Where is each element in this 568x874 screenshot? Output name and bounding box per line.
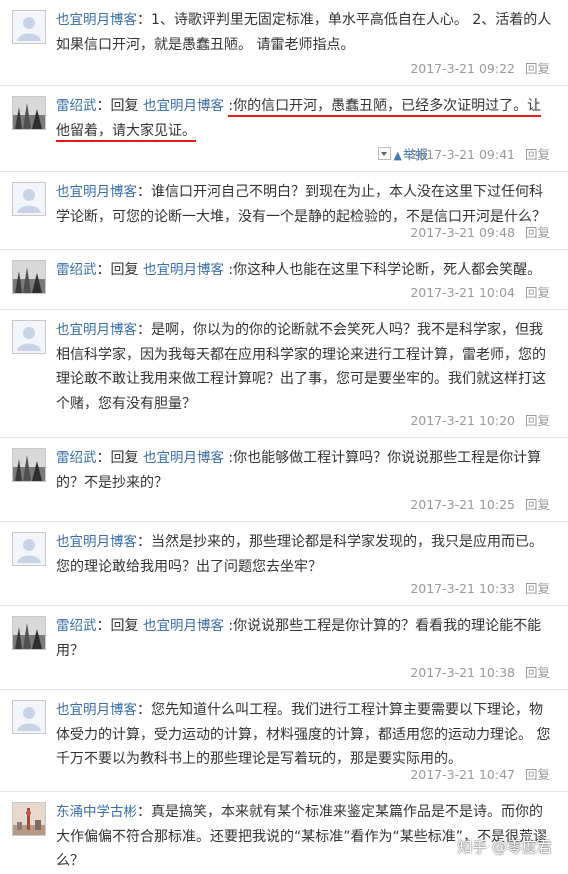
comment-meta: 2017-3-21 10:33 回复 bbox=[410, 578, 550, 597]
comment-text-block: 也宜明月博客：是啊，你以为的你的论断就不会笑死人吗？我不是科学家，但我相信科学家… bbox=[56, 322, 546, 412]
comment-body: :你这种人也能在这里下科学论断，死人都会笑醒。 bbox=[228, 262, 542, 278]
comment-meta: 2017-3-21 09:41 回复 bbox=[410, 144, 550, 163]
comment-item: 东涌中学古彬：真是搞笑，本来就有某个标准来鉴定某篇作品是不是诗。而你的大作偏偏不… bbox=[0, 792, 568, 873]
comment-meta: 2017-3-21 09:48 回复 bbox=[410, 222, 550, 241]
comment-username[interactable]: 东涌中学古彬 bbox=[56, 804, 137, 820]
comment-meta: 2017-3-21 10:04 回复 bbox=[410, 282, 550, 301]
comment-meta: 2017-3-21 10:38 回复 bbox=[410, 662, 550, 681]
comment-username[interactable]: 雷绍武 bbox=[56, 450, 97, 466]
comment-date: 2017-3-21 10:25 bbox=[410, 497, 515, 512]
comment-username[interactable]: 雷绍武 bbox=[56, 98, 97, 114]
comment-date: 2017-3-21 09:41 bbox=[410, 147, 515, 162]
reply-button[interactable]: 回复 bbox=[525, 413, 550, 428]
reply-button[interactable]: 回复 bbox=[525, 497, 550, 512]
reply-button[interactable]: 回复 bbox=[525, 147, 550, 162]
comment-date: 2017-3-21 10:20 bbox=[410, 413, 515, 428]
comment-username[interactable]: 也宜明月博客 bbox=[56, 702, 137, 718]
comment-text-block: 也宜明月博客：您先知道什么叫工程。我们进行工程计算主要需要以下理论，物体受力的计… bbox=[56, 702, 551, 767]
comment-username[interactable]: 也宜明月博客 bbox=[56, 12, 137, 28]
reply-to-username[interactable]: 也宜明月博客 bbox=[143, 262, 224, 278]
comment-text-block: 雷绍武：回复 也宜明月博客 :你的信口开河，愚蠢丑陋，已经多次证明过了。让他留着… bbox=[56, 94, 554, 143]
landscape-photo-avatar[interactable] bbox=[12, 448, 46, 482]
reply-to-username[interactable]: 也宜明月博客 bbox=[143, 98, 224, 114]
dropdown-toggle-icon[interactable] bbox=[377, 147, 391, 160]
comment-text-block: 也宜明月博客：1、诗歌评判里无固定标准，单水平高低自在人心。 2、活着的人如果信… bbox=[56, 12, 552, 53]
comment-item: 也宜明月博客：当然是抄来的，那些理论都是科学家发现的，我只是应用而已。您的理论敢… bbox=[0, 522, 568, 606]
comment-username[interactable]: 也宜明月博客 bbox=[56, 184, 137, 200]
comment-meta: 2017-3-21 09:22 回复 bbox=[410, 58, 550, 77]
default-avatar-icon[interactable] bbox=[12, 10, 46, 44]
comment-item: 雷绍武：回复 也宜明月博客 :你这种人也能在这里下科学论断，死人都会笑醒。 20… bbox=[0, 250, 568, 310]
landscape-photo-avatar[interactable] bbox=[12, 96, 46, 130]
comment-item: 也宜明月博客：是啊，你以为的你的论断就不会笑死人吗？我不是科学家，但我相信科学家… bbox=[0, 310, 568, 438]
comment-item: 也宜明月博客：1、诗歌评判里无固定标准，单水平高低自在人心。 2、活着的人如果信… bbox=[0, 0, 568, 86]
warning-icon: ▲ bbox=[393, 149, 402, 162]
reply-button[interactable]: 回复 bbox=[525, 225, 550, 240]
tower-photo-avatar[interactable] bbox=[12, 802, 46, 836]
reply-button[interactable]: 回复 bbox=[525, 285, 550, 300]
reply-button[interactable]: 回复 bbox=[525, 665, 550, 680]
comment-meta: 2017-3-21 10:20 回复 bbox=[410, 410, 550, 429]
comment-username[interactable]: 雷绍武 bbox=[56, 262, 97, 278]
comment-date: 2017-3-21 10:38 bbox=[410, 665, 515, 680]
default-avatar-icon[interactable] bbox=[12, 182, 46, 216]
comment-item: 也宜明月博客：谁信口开河自己不明白？到现在为止，本人没在这里下过任何科学论断，可… bbox=[0, 172, 568, 250]
default-avatar-icon[interactable] bbox=[12, 532, 46, 566]
comment-username[interactable]: 也宜明月博客 bbox=[56, 534, 137, 550]
zhihu-watermark: 知乎 @零度君 bbox=[457, 838, 552, 856]
landscape-photo-avatar[interactable] bbox=[12, 260, 46, 294]
comment-text-block: 雷绍武：回复 也宜明月博客 :你说说那些工程是你计算的？看看我的理论能不能用？ bbox=[56, 618, 542, 659]
reply-button[interactable]: 回复 bbox=[525, 581, 550, 596]
reply-label: 回复 bbox=[110, 618, 139, 634]
default-avatar-icon[interactable] bbox=[12, 320, 46, 354]
comment-date: 2017-3-21 09:48 bbox=[410, 225, 515, 240]
default-avatar-icon[interactable] bbox=[12, 700, 46, 734]
reply-to-username[interactable]: 也宜明月博客 bbox=[143, 618, 224, 634]
comment-username[interactable]: 雷绍武 bbox=[56, 618, 97, 634]
comment-date: 2017-3-21 10:04 bbox=[410, 285, 515, 300]
comment-text-block: 雷绍武：回复 也宜明月博客 :你这种人也能在这里下科学论断，死人都会笑醒。 bbox=[56, 262, 542, 278]
comment-username[interactable]: 也宜明月博客 bbox=[56, 322, 137, 338]
reply-button[interactable]: 回复 bbox=[525, 61, 550, 76]
comment-text-block: 也宜明月博客：当然是抄来的，那些理论都是科学家发现的，我只是应用而已。您的理论敢… bbox=[56, 534, 543, 575]
landscape-photo-avatar[interactable] bbox=[12, 616, 46, 650]
reply-to-username[interactable]: 也宜明月博客 bbox=[143, 450, 224, 466]
reply-label: 回复 bbox=[110, 262, 139, 278]
comment-meta: 2017-3-21 10:25 回复 bbox=[410, 494, 550, 513]
comment-date: 2017-3-21 10:33 bbox=[410, 581, 515, 596]
comment-text-block: 雷绍武：回复 也宜明月博客 :你也能够做工程计算吗？你说说那些工程是你计算的？不… bbox=[56, 450, 542, 491]
comment-date: 2017-3-21 10:47 bbox=[410, 767, 515, 782]
comment-meta: 2017-3-21 10:47 回复 bbox=[410, 764, 550, 783]
reply-button[interactable]: 回复 bbox=[525, 767, 550, 782]
comment-item: 雷绍武：回复 也宜明月博客 :你也能够做工程计算吗？你说说那些工程是你计算的？不… bbox=[0, 438, 568, 522]
comment-item: 雷绍武：回复 也宜明月博客 :你的信口开河，愚蠢丑陋，已经多次证明过了。让他留着… bbox=[0, 86, 568, 172]
reply-label: 回复 bbox=[110, 98, 139, 114]
comment-item: 雷绍武：回复 也宜明月博客 :你说说那些工程是你计算的？看看我的理论能不能用？ … bbox=[0, 606, 568, 690]
comment-item: 也宜明月博客：您先知道什么叫工程。我们进行工程计算主要需要以下理论，物体受力的计… bbox=[0, 690, 568, 792]
reply-label: 回复 bbox=[110, 450, 139, 466]
comment-date: 2017-3-21 09:22 bbox=[410, 61, 515, 76]
